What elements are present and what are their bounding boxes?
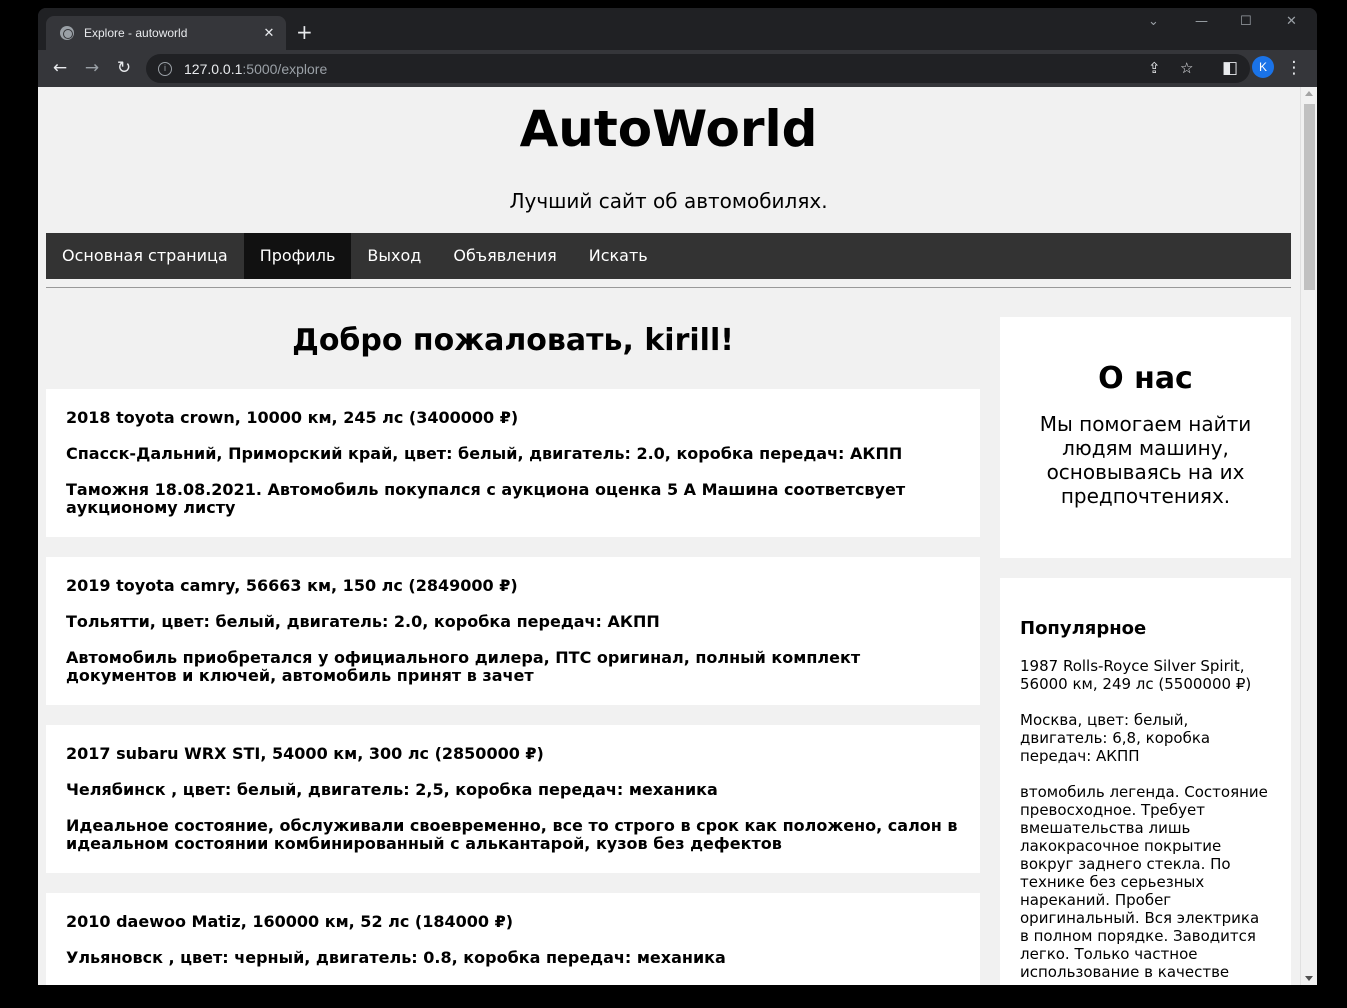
listing-description: Автомобиль приобретался у официального д… [66, 648, 861, 685]
page: AutoWorld Лучший сайт об автомобилях. Ос… [46, 87, 1291, 985]
nav-profile[interactable]: Профиль [243, 233, 352, 279]
browser-toolbar: ← → ↻ i 127.0.0.1:5000/explore ⇪ ☆ ◧ K ⋮ [38, 50, 1317, 87]
divider [46, 287, 1291, 288]
share-icon[interactable]: ⇪ [1148, 59, 1161, 77]
close-tab-icon[interactable]: ✕ [260, 26, 278, 41]
site-header: AutoWorld Лучший сайт об автомобилях. [46, 87, 1291, 233]
vertical-scrollbar[interactable] [1300, 87, 1317, 985]
listing-description: Таможня 18.08.2021. Автомобиль покупался… [66, 480, 906, 517]
scroll-up-arrow-icon[interactable] [1305, 91, 1313, 96]
listing-details: Тольятти, цвет: белый, двигатель: 2.0, к… [66, 612, 660, 631]
browser-tab[interactable]: Explore - autoworld ✕ [46, 16, 286, 50]
listing-details: Спасск-Дальний, Приморский край, цвет: б… [66, 444, 903, 463]
welcome-heading: Добро пожаловать, kirill! [292, 323, 734, 358]
new-tab-button[interactable]: + [296, 22, 313, 42]
nav-search[interactable]: Искать [573, 233, 664, 279]
maximize-button[interactable]: ☐ [1240, 14, 1252, 29]
address-bar[interactable]: i 127.0.0.1:5000/explore ⇪ ☆ [146, 54, 1250, 83]
scroll-down-arrow-icon[interactable] [1305, 976, 1313, 981]
minimize-button[interactable]: — [1195, 14, 1208, 29]
main-column: Добро пожаловать, kirill! 2018 toyota cr… [46, 303, 980, 985]
nav-listings[interactable]: Объявления [437, 233, 572, 279]
popular-listing-description: втомобиль легенда. Состояние превосходно… [1020, 783, 1268, 981]
nav-home[interactable]: Основная страница [46, 233, 244, 279]
page-viewport: AutoWorld Лучший сайт об автомобилях. Ос… [38, 87, 1317, 985]
url-host: 127.0.0.1 [184, 60, 243, 77]
listing-title: 2010 daewoo Matiz, 160000 км, 52 лс (184… [66, 912, 514, 931]
forward-button[interactable]: → [80, 56, 104, 80]
about-text: Мы помогаем найти людям машину, основыва… [1039, 412, 1252, 508]
nav-logout[interactable]: Выход [351, 233, 437, 279]
main-nav: Основная страница Профиль Выход Объявлен… [46, 233, 1291, 279]
popular-title: Популярное [1020, 618, 1147, 639]
listing-details: Челябинск , цвет: белый, двигатель: 2,5,… [66, 780, 718, 799]
listing-details: Ульяновск , цвет: черный, двигатель: 0.8… [66, 948, 726, 967]
profile-avatar[interactable]: K [1252, 56, 1274, 78]
popular-card: Популярное 1987 Rolls-Royce Silver Spiri… [1000, 578, 1291, 985]
reload-button[interactable]: ↻ [112, 56, 136, 80]
popular-listing-details: Москва, цвет: белый, двигатель: 6,8, кор… [1020, 711, 1211, 765]
back-button[interactable]: ← [48, 56, 72, 80]
listing-card: 2017 subaru WRX STI, 54000 км, 300 лс (2… [46, 725, 980, 873]
close-window-button[interactable]: ✕ [1286, 14, 1297, 29]
listing-description: Идеальное состояние, обслуживали своевре… [66, 816, 958, 853]
side-panel-icon[interactable]: ◧ [1218, 56, 1242, 80]
listing-card: 2018 toyota crown, 10000 км, 245 лс (340… [46, 389, 980, 537]
globe-icon [60, 26, 74, 40]
listing-title: 2017 subaru WRX STI, 54000 км, 300 лс (2… [66, 744, 544, 763]
about-card: О нас Мы помогаем найти людям машину, ос… [1000, 317, 1291, 558]
listing-card: 2010 daewoo Matiz, 160000 км, 52 лс (184… [46, 893, 980, 985]
bookmark-star-icon[interactable]: ☆ [1180, 59, 1193, 77]
tab-search-icon[interactable]: ⌄ [1148, 14, 1159, 29]
tab-title: Explore - autoworld [84, 26, 188, 40]
sidebar: О нас Мы помогаем найти людям машину, ос… [980, 298, 1291, 985]
popular-listing-title: 1987 Rolls-Royce Silver Spirit, 56000 км… [1020, 657, 1252, 693]
browser-window: Explore - autoworld ✕ + ⌄ — ☐ ✕ ← → ↻ i … [38, 8, 1317, 985]
scroll-thumb[interactable] [1304, 104, 1315, 290]
about-title: О нас [1098, 361, 1193, 396]
url-path: :5000/explore [242, 60, 328, 77]
listing-title: 2018 toyota crown, 10000 км, 245 лс (340… [66, 408, 519, 427]
listing-title: 2019 toyota camry, 56663 км, 150 лс (284… [66, 576, 518, 595]
site-title: AutoWorld [519, 100, 818, 158]
site-tagline: Лучший сайт об автомобилях. [509, 189, 828, 213]
info-icon[interactable]: i [158, 61, 172, 76]
tab-strip: Explore - autoworld ✕ + ⌄ — ☐ ✕ [38, 8, 1317, 50]
menu-dots-icon[interactable]: ⋮ [1282, 56, 1306, 80]
listing-card: 2019 toyota camry, 56663 км, 150 лс (284… [46, 557, 980, 705]
